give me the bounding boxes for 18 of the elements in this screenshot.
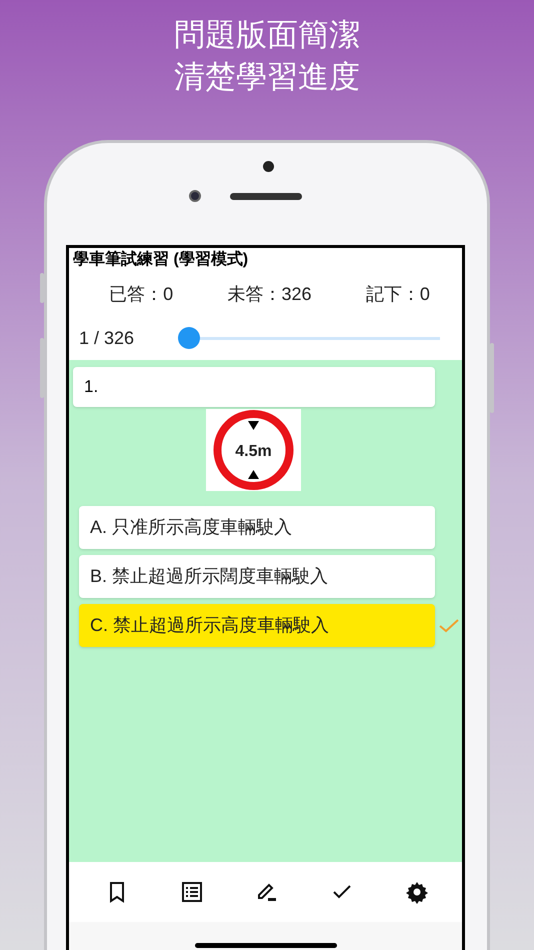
- answer-option[interactable]: C. 禁止超過所示高度車輛駛入: [79, 604, 435, 647]
- camera-icon: [263, 161, 274, 172]
- answer-option[interactable]: A. 只准所示高度車輛駛入: [79, 506, 435, 549]
- app-title: 學車筆試練習 (學習模式): [72, 249, 250, 270]
- sign-label: 4.5m: [235, 443, 272, 460]
- stat-label: 未答：326: [227, 282, 312, 306]
- settings-icon[interactable]: [404, 880, 428, 904]
- stat-label: 已答：0: [109, 282, 174, 306]
- headline-text: 問題版面簡潔: [174, 16, 360, 54]
- camera-icon: [189, 190, 201, 202]
- stat-label: 記下：0: [366, 282, 430, 306]
- answer-option[interactable]: B. 禁止超過所示闊度車輛駛入: [79, 555, 435, 598]
- speaker-icon: [230, 193, 302, 200]
- list-icon[interactable]: [180, 880, 204, 904]
- slider-thumb[interactable]: [178, 327, 200, 349]
- question-card: 1.: [73, 367, 435, 407]
- headline-text: 清楚學習進度: [174, 58, 360, 96]
- progress-label: 1 / 326: [79, 326, 136, 350]
